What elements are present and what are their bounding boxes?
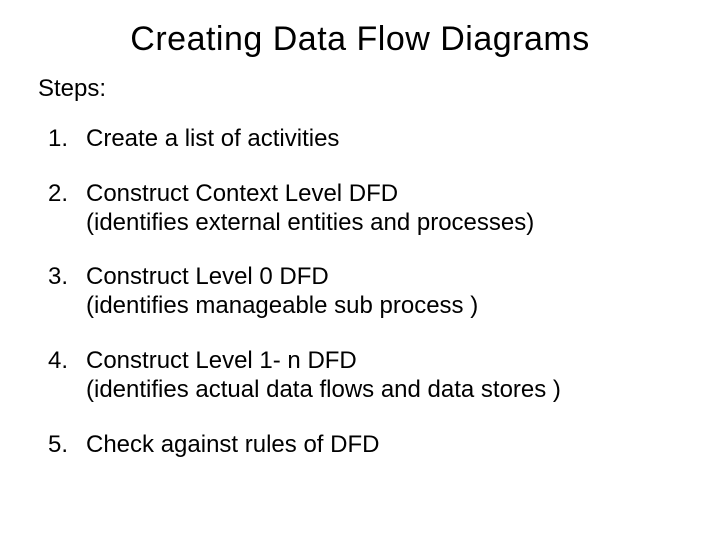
step-number: 4. [48,347,86,376]
list-item: 5. Check against rules of DFD [48,431,690,460]
step-description: (identifies manageable sub process ) [86,292,690,321]
step-text: Construct Level 0 DFD [86,263,329,290]
list-item: 3. Construct Level 0 DFD (identifies man… [48,263,690,321]
slide-title: Creating Data Flow Diagrams [30,20,690,59]
step-text: Construct Context Level DFD [86,180,398,207]
steps-list: 1. Create a list of activities 2. Constr… [30,125,690,459]
step-text: Create a list of activities [86,125,339,152]
step-description: (identifies actual data flows and data s… [86,376,690,405]
step-description: (identifies external entities and proces… [86,209,690,238]
step-number: 3. [48,263,86,292]
list-item: 4. Construct Level 1- n DFD (identifies … [48,347,690,405]
step-number: 5. [48,431,86,460]
slide-subtitle: Steps: [38,75,690,103]
step-number: 2. [48,180,86,209]
step-text: Check against rules of DFD [86,431,379,458]
step-number: 1. [48,125,86,154]
step-text: Construct Level 1- n DFD [86,347,357,374]
list-item: 2. Construct Context Level DFD (identifi… [48,180,690,238]
list-item: 1. Create a list of activities [48,125,690,154]
